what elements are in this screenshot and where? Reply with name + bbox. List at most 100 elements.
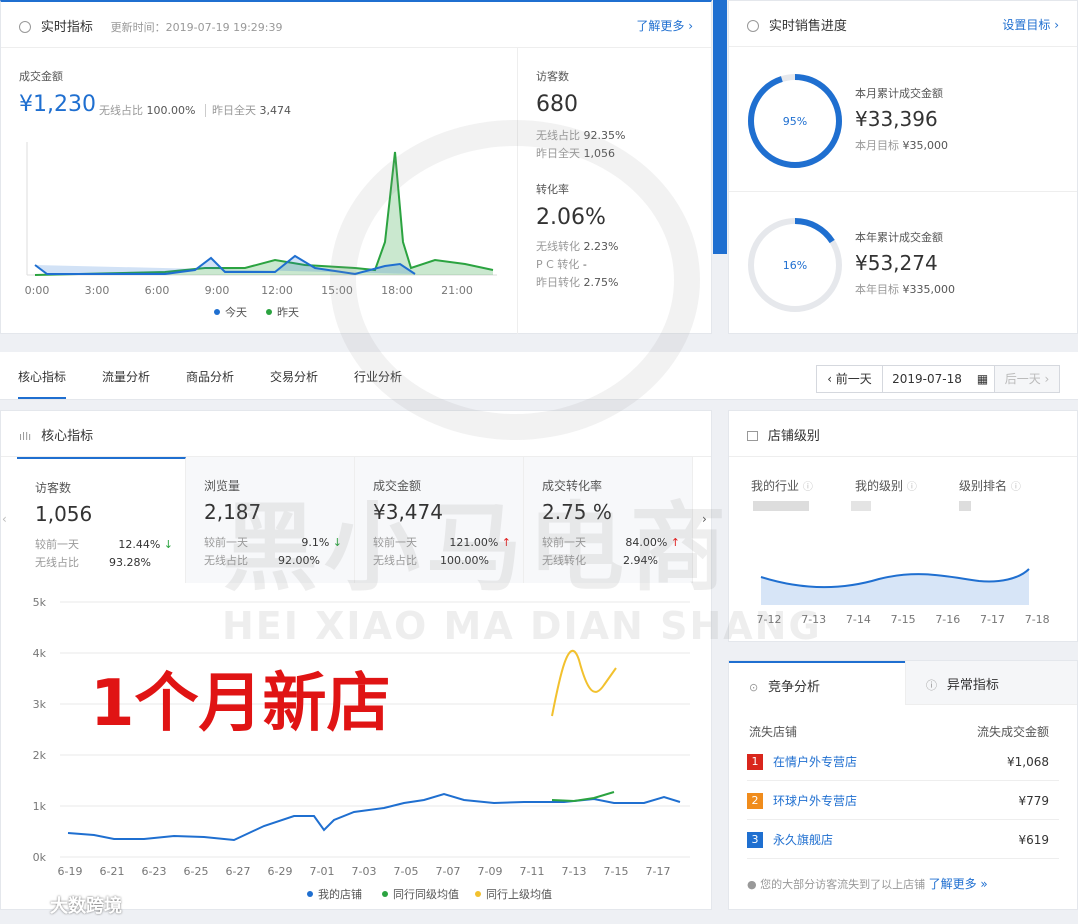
rank-badge: 1 — [747, 753, 763, 770]
level-area — [761, 569, 1029, 605]
conv-value: 2.06% — [536, 205, 606, 230]
conv-pc-label: P C 转化 — [536, 258, 580, 271]
tab-trade[interactable]: 交易分析 — [270, 368, 318, 385]
kpi-cmp-label: 较前一天 — [204, 536, 248, 549]
kpi-cmp-label: 较前一天 — [35, 538, 79, 551]
visitors-label: 访客数 — [536, 70, 569, 83]
rank-badge: 2 — [747, 792, 763, 809]
year-goal-value: ¥335,000 — [902, 283, 956, 296]
kpi-card-pageviews[interactable]: 浏览量 2,187 较前一天 9.1% ↓ 无线占比 92.00% — [186, 457, 355, 583]
competitor-row[interactable]: 1 在情户外专营店 ¥1,068 — [747, 743, 1059, 781]
kpi-cmp-value: 84.00% — [625, 536, 668, 549]
core-title: 核心指标 — [41, 429, 94, 444]
legend-peer-upper: 同行上级均值 — [486, 888, 552, 901]
competition-more-link[interactable]: 了解更多 » — [929, 877, 988, 891]
x-tick-label: 6-27 — [226, 865, 251, 878]
x-tick-label: 7-03 — [352, 865, 377, 878]
learn-more-link[interactable]: 了解更多 › — [636, 17, 693, 34]
competitor-amount: ¥619 — [1018, 832, 1049, 847]
kpi-label: 成交转化率 — [542, 479, 603, 493]
month-ring: 95% — [748, 74, 842, 168]
help-icon[interactable]: ⓘ — [907, 482, 917, 493]
x-tick-label: 7-16 — [935, 613, 960, 626]
year-label: 本年累计成交金额 — [855, 231, 943, 244]
arrow-down-icon: ↓ — [163, 538, 173, 551]
x-tick-label: 7-01 — [310, 865, 335, 878]
year-ring: 16% — [748, 218, 842, 312]
date-input[interactable]: 2019-07-18 — [883, 366, 971, 392]
tab-anomaly[interactable]: ⓘ 异常指标 — [905, 661, 1077, 705]
kpi-card-conversion[interactable]: 成交转化率 2.75 % 较前一天 84.00% ↑ 无线转化 2.94% — [524, 457, 693, 583]
shop-level-chart: 7-12 7-13 7-14 7-15 7-16 7-17 7-18 — [757, 568, 1050, 626]
alert-icon: ⓘ — [926, 679, 937, 692]
calendar-icon[interactable]: ▦ — [971, 366, 995, 392]
year-pct: 16% — [783, 259, 807, 272]
x-tick-label: 6-25 — [184, 865, 209, 878]
kpi-sub-label: 无线占比 — [35, 556, 79, 569]
legend-today: 今天 — [225, 305, 247, 319]
conv-label: 转化率 — [536, 183, 569, 196]
year-goal-label: 本年目标 — [855, 283, 899, 296]
x-tick-label: 15:00 — [321, 284, 353, 297]
set-goal-link[interactable]: 设置目标 › — [1002, 16, 1059, 33]
kpi-card-gmv[interactable]: 成交金额 ¥3,474 较前一天 121.00% ↑ 无线占比 100.00% — [355, 457, 524, 583]
x-axis-ticks: 0:00 3:00 6:00 9:00 12:00 15:00 18:00 21:00 — [25, 284, 473, 297]
scroll-indicator[interactable] — [713, 0, 727, 254]
x-tick-label: 7-05 — [394, 865, 419, 878]
x-tick-label: 7-15 — [891, 613, 916, 626]
competitor-amount: ¥1,068 — [1007, 754, 1049, 769]
date-nav: ‹ 前一天 2019-07-18 ▦ 后一天 › — [816, 365, 1060, 393]
conv-wireless-value: 2.23% — [583, 240, 619, 253]
x-tick-label: 7-12 — [757, 613, 782, 626]
kpi-next-arrow[interactable]: › — [702, 512, 707, 526]
kpi-sub-value: 2.94% — [623, 554, 658, 567]
legend-my-store: 我的店铺 — [318, 887, 362, 901]
col-rank: 级别排名 — [959, 479, 1008, 493]
competitor-row[interactable]: 2 环球户外专营店 ¥779 — [747, 782, 1059, 820]
competitor-name[interactable]: 环球户外专营店 — [773, 792, 857, 809]
kpi-value: 1,056 — [35, 502, 93, 526]
bar-chart-icon: ıllı — [19, 430, 32, 443]
kpi-card-visitors[interactable]: 访客数 1,056 较前一天 12.44% ↓ 无线占比 93.28% — [17, 457, 186, 583]
v-yesterday-label: 昨日全天 — [536, 147, 580, 160]
y-tick-label: 2k — [33, 749, 47, 762]
kpi-cmp-value: 12.44% — [118, 538, 161, 551]
compare-icon: ⊙ — [749, 681, 759, 694]
competitor-name[interactable]: 在情户外专营店 — [773, 753, 857, 770]
v-wireless-label: 无线占比 — [536, 129, 580, 142]
legend-peer-same: 同行同级均值 — [393, 888, 459, 901]
month-goal-label: 本月目标 — [855, 139, 899, 152]
blurred-value — [753, 501, 809, 511]
kpi-prev-arrow[interactable]: ‹ — [2, 512, 7, 526]
kpi-value: 2.75 % — [542, 500, 612, 524]
col-industry: 我的行业 — [751, 479, 800, 493]
realtime-header: 实时指标 更新时间：2019-07-19 19:29:39 了解更多 › — [1, 2, 711, 48]
help-icon[interactable]: ⓘ — [1011, 482, 1021, 493]
x-tick-label: 7-13 — [801, 613, 826, 626]
x-tick-label: 7-13 — [562, 865, 587, 878]
tab-product[interactable]: 商品分析 — [186, 368, 234, 385]
conv-yesterday-value: 2.75% — [583, 276, 619, 289]
tab-traffic[interactable]: 流量分析 — [102, 368, 150, 385]
kpi-sub-value: 100.00% — [440, 554, 489, 567]
yesterday-value: 3,474 — [259, 104, 291, 117]
help-icon[interactable]: ⓘ — [803, 482, 813, 493]
info-icon: ● — [747, 878, 757, 891]
competitor-row[interactable]: 3 永久旗舰店 ¥619 — [747, 821, 1059, 859]
x-tick-label: 7-14 — [846, 613, 871, 626]
gmv-value: ¥1,230 — [19, 92, 96, 117]
prev-day-button[interactable]: ‹ 前一天 — [817, 366, 883, 392]
competitor-name[interactable]: 永久旗舰店 — [773, 831, 833, 848]
arrow-down-icon: ↓ — [332, 536, 342, 549]
series-my-store — [67, 792, 681, 842]
tab-industry[interactable]: 行业分析 — [354, 368, 402, 385]
x-axis-ticks: 7-12 7-13 7-14 7-15 7-16 7-17 7-18 — [757, 613, 1050, 626]
wireless-label: 无线占比 — [99, 104, 143, 117]
y-tick-label: 5k — [33, 596, 47, 609]
col-level: 我的级别 — [855, 479, 904, 493]
month-goal-value: ¥35,000 — [902, 139, 949, 152]
next-day-button[interactable]: 后一天 › — [995, 366, 1059, 392]
month-label: 本月累计成交金额 — [855, 87, 943, 100]
tab-competition[interactable]: ⊙ 竞争分析 — [729, 661, 905, 705]
tab-core[interactable]: 核心指标 — [18, 368, 67, 399]
